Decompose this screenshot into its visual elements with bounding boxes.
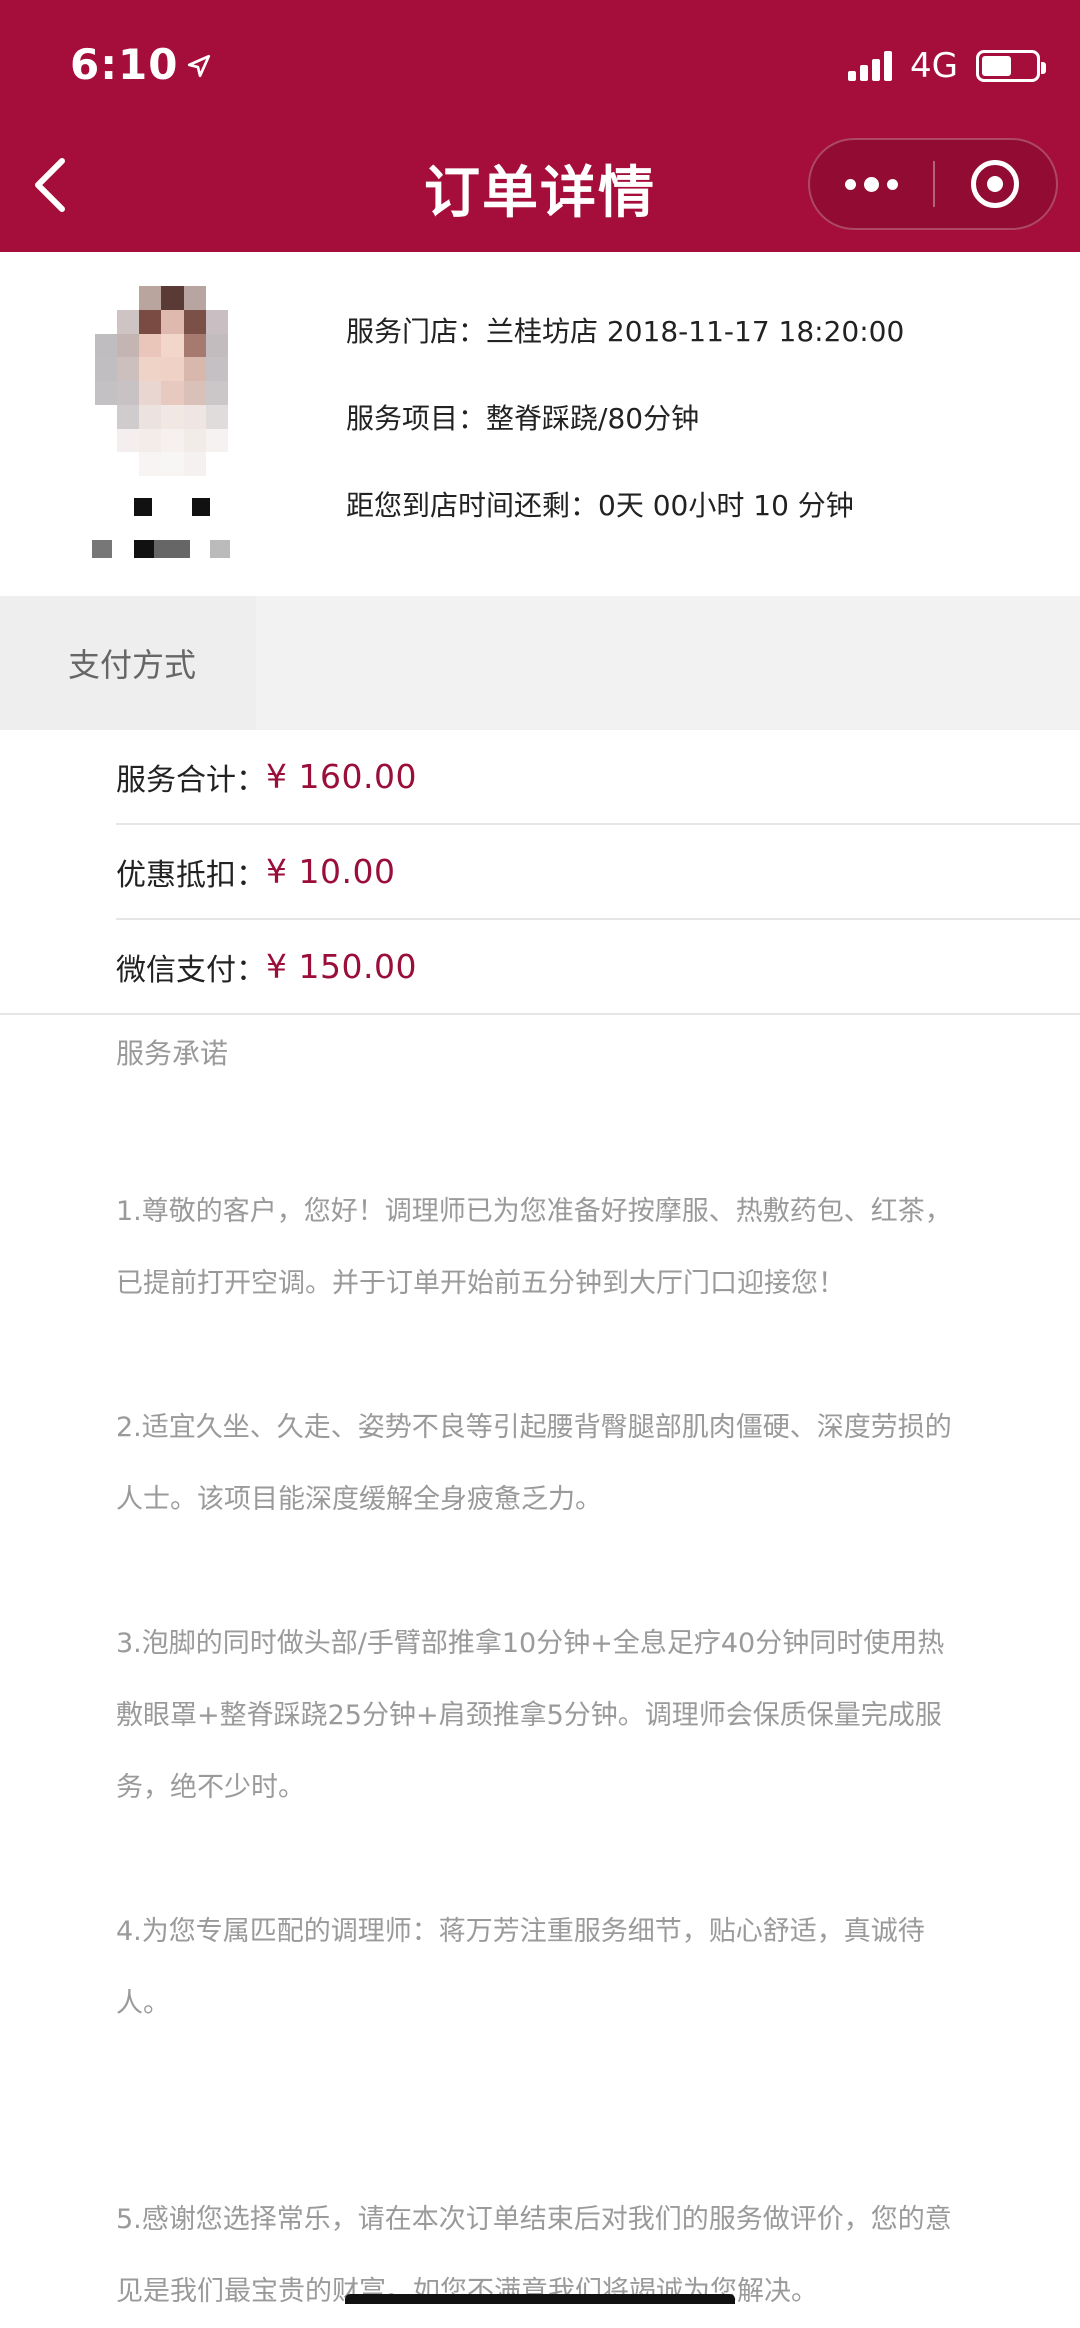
target-circle-icon (971, 160, 1019, 208)
status-indicators: 4G (848, 46, 1040, 86)
service-item-line: 服务项目：整脊踩跷/80分钟 (346, 403, 904, 490)
countdown-value: 0天 00小时 10 分钟 (598, 489, 854, 522)
service-promise: 服务承诺 1.尊敬的客户，您好！调理师已为您准备好按摩服、热敷药包、红茶，已提前… (116, 1032, 956, 2328)
payment-row-total: 服务合计： ¥ 160.00 (116, 730, 1080, 825)
payment-method-tab[interactable]: 支付方式 (0, 596, 256, 730)
location-arrow-icon (186, 49, 212, 87)
more-button[interactable] (810, 140, 933, 228)
technician-name-blurred (92, 498, 232, 558)
payment-label: 服务合计： (116, 755, 266, 799)
store-value: 兰桂坊店 2018-11-17 18:20:00 (486, 315, 904, 348)
payment-row-discount: 优惠抵扣： ¥ 10.00 (116, 825, 1080, 920)
promise-paragraph-4: 4.为您专属匹配的调理师：蒋万芳注重服务细节，贴心舒适，真诚待人。 (116, 1896, 956, 2040)
order-info-card: 服务门店：兰桂坊店 2018-11-17 18:20:00 服务项目：整脊踩跷/… (0, 252, 1080, 596)
more-dots-icon (845, 179, 856, 190)
network-type: 4G (910, 46, 958, 86)
countdown-line: 距您到店时间还剩：0天 00小时 10 分钟 (346, 490, 904, 577)
promise-paragraph-1: 1.尊敬的客户，您好！调理师已为您准备好按摩服、热敷药包、红茶，已提前打开空调。… (116, 1176, 956, 1320)
order-info-lines: 服务门店：兰桂坊店 2018-11-17 18:20:00 服务项目：整脊踩跷/… (346, 316, 904, 577)
payment-label: 微信支付： (116, 945, 266, 989)
payment-row-wechat: 微信支付： ¥ 150.00 (0, 920, 1080, 1015)
battery-icon (976, 50, 1040, 82)
service-promise-title: 服务承诺 (116, 1032, 956, 1072)
store-label: 服务门店： (346, 315, 486, 348)
service-item-label: 服务项目： (346, 402, 486, 435)
promise-paragraph-3: 3.泡脚的同时做头部/手臂部推拿10分钟+全息足疗40分钟同时使用热敷眼罩+整脊… (116, 1608, 956, 1824)
close-miniprogram-button[interactable] (935, 140, 1056, 228)
countdown-label: 距您到店时间还剩： (346, 489, 598, 522)
payment-section-header: 支付方式 (0, 596, 1080, 730)
mini-program-capsule (808, 138, 1058, 230)
payment-amount: ¥ 160.00 (266, 757, 417, 796)
home-indicator[interactable] (345, 2294, 735, 2304)
battery-level (982, 56, 1011, 76)
technician-avatar (95, 286, 250, 476)
payment-rows: 服务合计： ¥ 160.00 优惠抵扣： ¥ 10.00 微信支付： ¥ 150… (0, 730, 1080, 1015)
top-bar: 6:10 4G 订单详情 (0, 0, 1080, 252)
service-item-value: 整脊踩跷/80分钟 (486, 402, 699, 435)
store-line: 服务门店：兰桂坊店 2018-11-17 18:20:00 (346, 316, 904, 403)
signal-icon (848, 51, 896, 81)
promise-paragraph-5: 5.感谢您选择常乐，请在本次订单结束后对我们的服务做评价，您的意见是我们最宝贵的… (116, 2184, 956, 2328)
payment-amount: ¥ 150.00 (266, 947, 417, 986)
status-time: 6:10 (70, 40, 212, 89)
promise-paragraph-2: 2.适宜久坐、久走、姿势不良等引起腰背臀腿部肌肉僵硬、深度劳损的人士。该项目能深… (116, 1392, 956, 1536)
status-time-text: 6:10 (70, 40, 178, 89)
payment-amount: ¥ 10.00 (266, 852, 395, 891)
payment-label: 优惠抵扣： (116, 850, 266, 894)
